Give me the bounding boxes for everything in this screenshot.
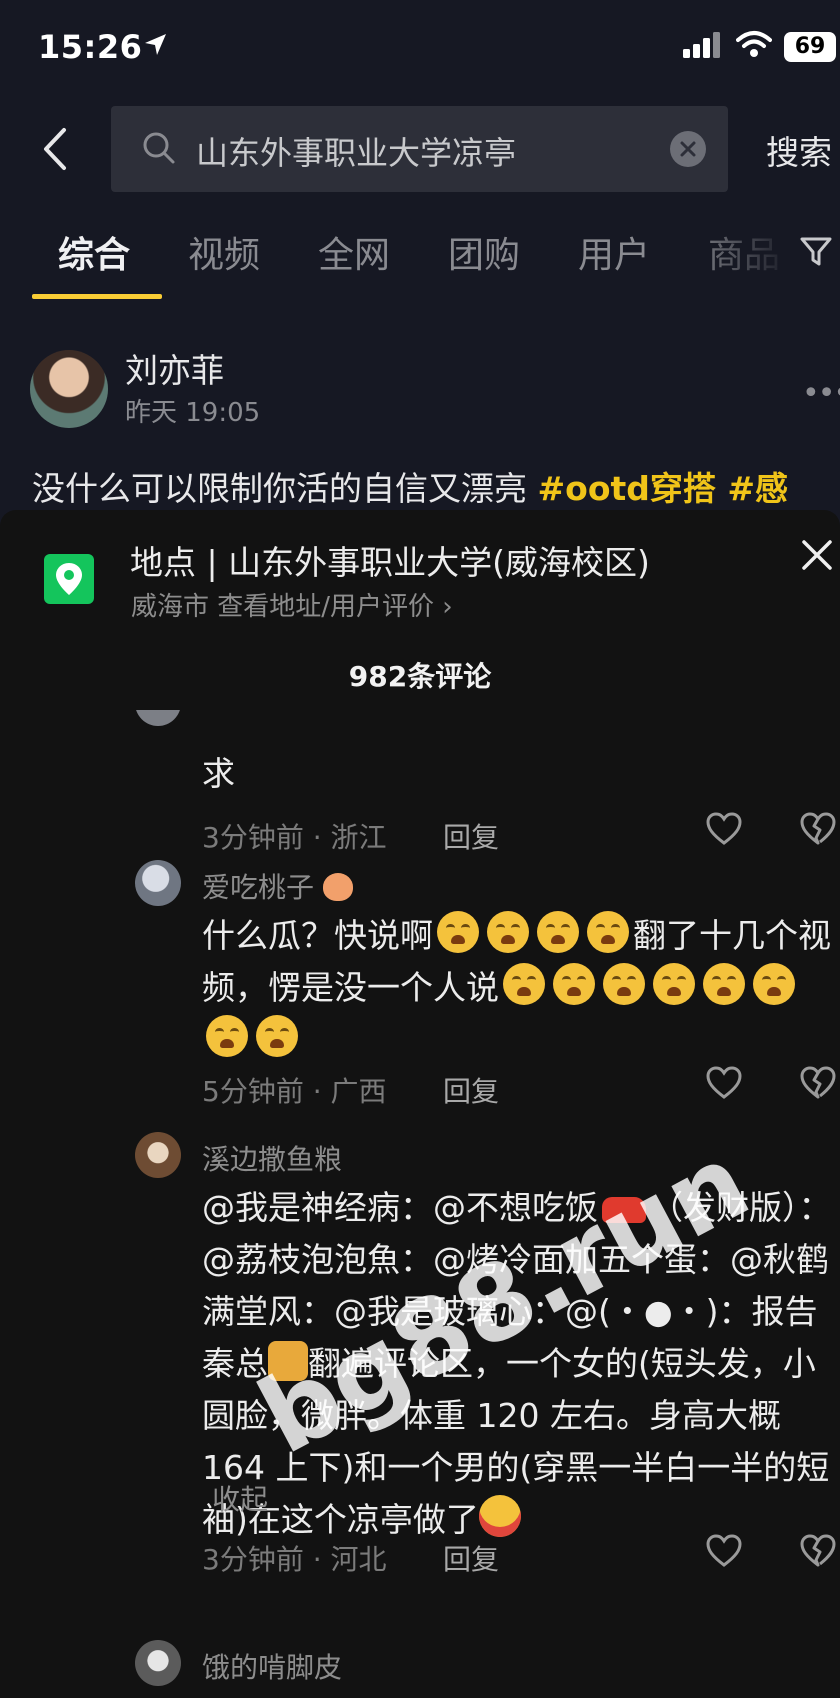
more-options-icon[interactable]: ••• [802,376,840,411]
commenter-name[interactable]: 爱吃桃子 [202,866,353,906]
crying-emoji-icon [206,1015,248,1057]
hugging-emoji-icon [478,1495,521,1537]
comment-meta: 3分钟前 · 浙江 [202,821,387,854]
commenter-avatar[interactable] [135,860,181,906]
crying-emoji-icon [437,911,479,953]
reply-button[interactable]: 回复 [443,1070,499,1110]
heart-icon[interactable] [706,812,742,846]
location-arrow-icon [145,34,166,55]
crying-emoji-icon [753,963,795,1005]
commenter-name[interactable]: 饿的啃脚皮 [202,1646,342,1686]
reply-button[interactable]: 回复 [443,816,499,856]
avatar[interactable] [30,350,108,428]
status-time: 15:26 [38,28,143,66]
tab-users[interactable]: 用户 [578,226,650,278]
location-row[interactable]: 地点 | 山东外事职业大学(威海校区) 威海市 查看地址/用户评价 › [0,510,840,628]
tab-comprehensive[interactable]: 综合 [58,226,130,278]
comment-meta: 3分钟前 · 河北 [202,1543,387,1576]
location-subtitle[interactable]: 威海市 查看地址/用户评价 › [131,586,453,623]
comment-count: 982条评论 [348,660,492,693]
tab-videos[interactable]: 视频 [188,226,260,278]
search-icon [143,132,175,164]
commenter-avatar[interactable] [135,1640,181,1686]
crying-emoji-icon [703,963,745,1005]
commenter-avatar[interactable] [135,710,181,726]
commenter-avatar[interactable] [135,1132,181,1178]
tab-web[interactable]: 全网 [318,226,390,278]
heart-icon[interactable] [706,1066,742,1100]
close-icon [680,141,696,157]
crying-emoji-icon [256,1015,298,1057]
commenter-name[interactable]: 溪边撒鱼粮 [202,1138,342,1178]
peach-emoji-icon [322,873,353,901]
search-query-text: 山东外事职业大学凉亭 [196,134,517,172]
filter-icon[interactable] [800,236,836,268]
crying-emoji-icon [537,911,579,953]
broken-heart-icon[interactable] [800,812,836,846]
search-header: 山东外事职业大学凉亭 搜索 [0,104,840,194]
crying-emoji-icon [587,911,629,953]
broken-heart-icon[interactable] [800,1534,836,1568]
result-tabs: 综合 视频 全网 团购 用户 商品 [0,226,840,302]
crying-emoji-icon [603,963,645,1005]
crying-emoji-icon [653,963,695,1005]
crying-emoji-icon [487,911,529,953]
wifi-icon [736,31,772,57]
post-caption-text: 没什么可以限制你活的自信又漂亮 [32,469,538,508]
signal-icon [683,32,720,58]
post-caption: 没什么可以限制你活的自信又漂亮 #ootd穿搭 #感 [32,462,788,510]
crying-emoji-icon [503,963,545,1005]
comment-text: 求 [202,754,235,793]
close-icon[interactable] [800,538,834,572]
post-time: 昨天 19:05 [125,398,261,428]
back-arrow-icon[interactable] [36,124,76,174]
post-hashtags[interactable]: #ootd穿搭 #感 [538,469,789,508]
search-input[interactable]: 山东外事职业大学凉亭 [111,106,728,192]
location-title: 地点 | 山东外事职业大学(威海校区) [130,543,650,582]
post-username[interactable]: 刘亦菲 [125,344,224,392]
location-pin-icon [44,554,94,604]
comment-meta: 5分钟前 · 广西 [202,1075,387,1108]
collapse-button[interactable]: 收起 [212,1478,268,1518]
search-submit-button[interactable]: 搜索 [766,126,832,174]
reply-button[interactable]: 回复 [443,1538,499,1578]
crying-emoji-icon [553,963,595,1005]
heart-icon[interactable] [706,1534,742,1568]
comment-sheet: 地点 | 山东外事职业大学(威海校区) 威海市 查看地址/用户评价 › 982条… [0,510,840,1698]
comment-item: 爱吃桃子 什么瓜？快说啊 翻了十几个视频，愣是没一个人说 5分钟前 · 广西 回复 [0,860,840,1140]
tab-group-buy[interactable]: 团购 [448,226,520,278]
comment-text: 什么瓜？快说啊 翻了十几个视频，愣是没一个人说 [202,910,832,1066]
comment-item: 饿的啃脚皮 [0,1640,840,1698]
status-bar: 15:26 69 [0,0,840,100]
clear-search-button[interactable] [670,131,706,167]
active-tab-indicator [32,294,162,299]
broken-heart-icon[interactable] [800,1066,836,1100]
comment-item: 求 3分钟前 · 浙江 回复 [0,710,840,854]
battery-indicator: 69 [784,32,836,62]
search-result-post[interactable]: 刘亦菲 昨天 19:05 ••• 没什么可以限制你活的自信又漂亮 #ootd穿搭… [0,330,840,510]
